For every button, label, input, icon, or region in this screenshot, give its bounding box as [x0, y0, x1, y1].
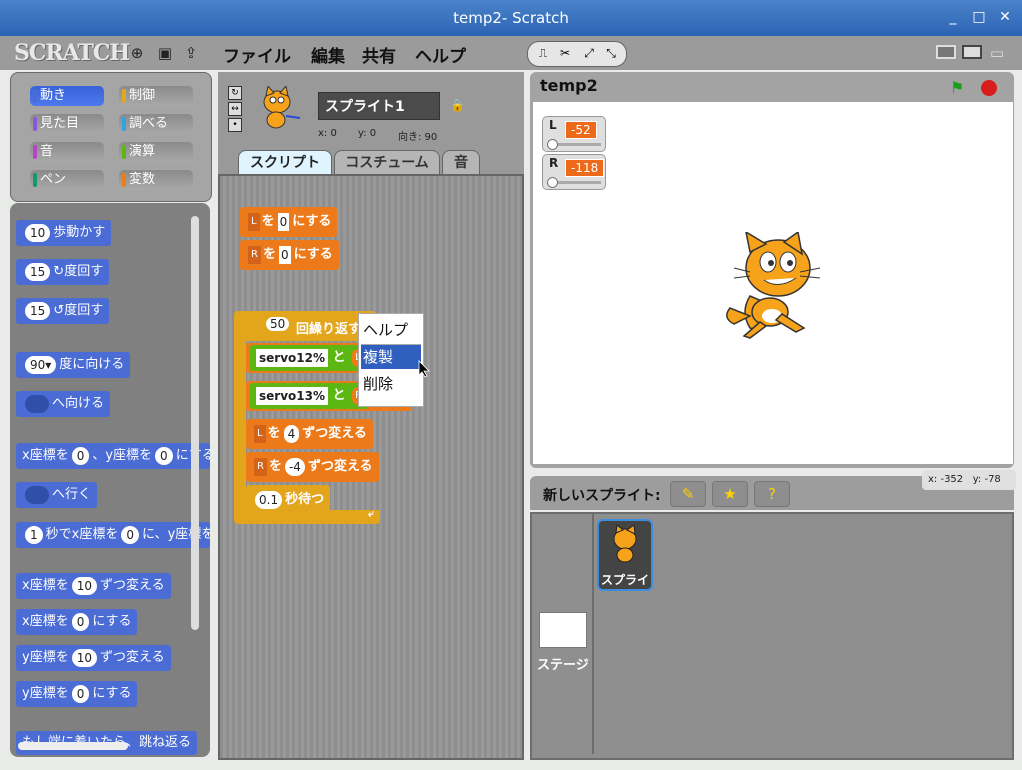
window-title: temp2- Scratch: [453, 9, 569, 27]
dropdown-icon: [25, 485, 49, 504]
category-pen[interactable]: ペン: [30, 170, 104, 190]
block-repeat[interactable]: 50 回繰り返す: [234, 311, 376, 341]
context-menu-help[interactable]: ヘルプ: [361, 318, 421, 342]
sprite1-cat-icon: [613, 525, 637, 563]
paint-sprite-icon[interactable]: ✎: [670, 481, 706, 507]
block-change-x[interactable]: x座標を 10 ずつ変える: [16, 573, 171, 599]
loop-arrow-icon: ⤶: [367, 507, 374, 520]
save-icon[interactable]: ▣: [156, 44, 174, 62]
menu-file[interactable]: ファイル: [223, 42, 291, 67]
no-rotate-icon[interactable]: •: [228, 118, 242, 132]
turn-right-icon: ↻: [53, 264, 65, 279]
share-icon[interactable]: ⇪: [182, 44, 200, 62]
category-variables[interactable]: 変数: [119, 170, 193, 190]
rotate-style-icon[interactable]: ↻: [228, 86, 242, 100]
menu-help[interactable]: ヘルプ: [415, 42, 466, 67]
close-button[interactable]: ✕: [996, 8, 1014, 26]
turn-left-icon: ↺: [53, 303, 65, 318]
small-stage-icon[interactable]: [936, 45, 956, 59]
cat-sprite-icon[interactable]: [720, 232, 824, 340]
globe-icon[interactable]: ⊕: [128, 44, 146, 62]
block-change-l[interactable]: L を 4 ずつ変える: [246, 419, 373, 449]
category-control[interactable]: 制御: [119, 86, 193, 106]
tab-sounds[interactable]: 音: [442, 150, 480, 175]
random-sprite-icon[interactable]: ?: [754, 481, 790, 507]
block-palette: [10, 203, 210, 757]
menu-edit[interactable]: 編集: [311, 42, 345, 67]
context-menu-delete[interactable]: 削除: [361, 372, 421, 396]
context-menu: ヘルプ 複製 削除: [358, 313, 424, 407]
stop-icon[interactable]: [981, 80, 997, 96]
category-looks[interactable]: 見た目: [30, 114, 104, 134]
sprite1-thumbnail[interactable]: スプライト: [597, 519, 653, 591]
block-glide[interactable]: 1 秒でx座標を 0 に、y座標を: [16, 522, 210, 548]
project-title: temp2: [540, 76, 598, 95]
block-join-2[interactable]: servo13% と R: [250, 383, 368, 409]
block-set-l[interactable]: L を 0 にする: [240, 207, 338, 237]
block-wait[interactable]: 0.1 秒待つ: [246, 485, 331, 515]
block-set-r[interactable]: R を 0 にする: [240, 240, 339, 270]
normal-stage-icon[interactable]: [962, 45, 982, 59]
stage-label: ステージ: [537, 658, 589, 673]
watcher-r-slider[interactable]: [547, 177, 558, 188]
stage-thumbnail[interactable]: [539, 612, 587, 648]
category-sound[interactable]: 音: [30, 142, 104, 162]
block-goto-xy[interactable]: x座標を0、y座標を0にする: [16, 443, 210, 469]
palette-hscrollbar[interactable]: [18, 742, 128, 750]
sprite-y: y: 0: [358, 128, 377, 139]
block-goto[interactable]: へ行く: [16, 482, 98, 508]
mouse-cursor-icon: [418, 360, 430, 378]
block-turn-left[interactable]: 15 ↺度回す: [16, 298, 110, 324]
mouse-coordinates: x: -352 y: -78: [922, 470, 1016, 490]
category-motion[interactable]: 動き: [30, 86, 104, 106]
tab-costumes[interactable]: コスチューム: [334, 150, 440, 175]
block-set-x[interactable]: x座標を 0 にする: [16, 609, 138, 635]
maximize-button[interactable]: □: [970, 8, 988, 26]
grow-icon[interactable]: ⤢: [580, 45, 598, 62]
dropdown-icon: [25, 394, 49, 413]
cursor-toolbar: ⎍ ✂ ⤢ ⤡: [527, 41, 627, 67]
tab-scripts[interactable]: スクリプト: [238, 150, 332, 175]
category-operators[interactable]: 演算: [119, 142, 193, 162]
menu-share[interactable]: 共有: [362, 42, 396, 67]
block-change-r[interactable]: R を -4 ずつ変える: [246, 452, 379, 482]
new-sprite-label: 新しいスプライト:: [543, 488, 661, 504]
block-turn-right[interactable]: 15 ↻度回す: [16, 259, 110, 285]
sprite-thumbnail-cat-icon: [263, 86, 301, 129]
watcher-l[interactable]: L -52: [542, 116, 606, 152]
watcher-r[interactable]: R -118: [542, 154, 606, 190]
presentation-icon[interactable]: ▭: [988, 44, 1006, 62]
stamp-icon[interactable]: ⎍: [534, 45, 552, 62]
block-move-steps[interactable]: 10 歩動かす: [16, 220, 112, 246]
sprite-x: x: 0: [318, 128, 337, 139]
green-flag-icon[interactable]: ⚑: [950, 78, 970, 97]
palette-scrollbar[interactable]: [191, 216, 199, 630]
shrink-icon[interactable]: ⤡: [602, 45, 620, 62]
repeat-arm: [234, 341, 246, 517]
sprite-list-divider: [592, 514, 594, 754]
sprite-name-field[interactable]: スプライト1: [318, 92, 440, 120]
scratch-menubar: SCRATCH ⊕ ▣ ⇪ ファイル 編集 共有 ヘルプ ⎍ ✂ ⤢ ⤡ ▭: [0, 36, 1022, 70]
watcher-l-slider[interactable]: [547, 139, 558, 150]
lock-icon[interactable]: 🔒: [450, 98, 465, 112]
scissors-icon[interactable]: ✂: [556, 45, 574, 62]
window-titlebar: temp2- Scratch _ □ ✕: [0, 0, 1022, 36]
choose-sprite-icon[interactable]: ★: [712, 481, 748, 507]
sprite-direction: 向き: 90: [398, 132, 438, 143]
block-change-y[interactable]: y座標を 10 ずつ変える: [16, 645, 171, 671]
scratch-logo: SCRATCH: [14, 40, 130, 66]
block-join-1[interactable]: servo12% と L: [250, 345, 368, 371]
context-menu-duplicate[interactable]: 複製: [361, 344, 421, 369]
category-sensing[interactable]: 調べる: [119, 114, 193, 134]
block-set-y[interactable]: y座標を 0 にする: [16, 681, 138, 707]
sprite1-label: スプライト: [601, 573, 651, 587]
minimize-button[interactable]: _: [944, 8, 962, 26]
block-point-towards[interactable]: へ向ける: [16, 391, 111, 417]
flip-style-icon[interactable]: ↔: [228, 102, 242, 116]
block-point-direction[interactable]: 90▾ 度に向ける: [16, 352, 131, 378]
